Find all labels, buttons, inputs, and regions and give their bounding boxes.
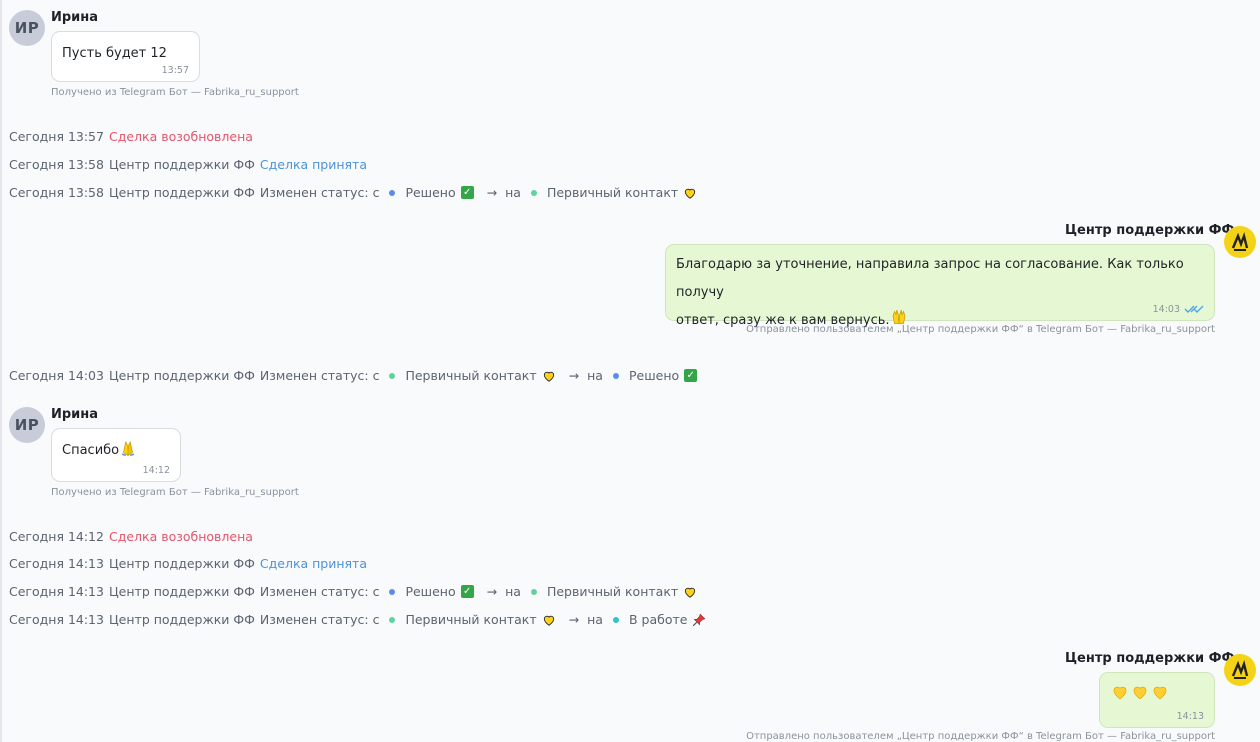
- status-dot: [612, 372, 619, 379]
- event-actor: Центр поддержки ФФ: [108, 556, 255, 571]
- event-time: Сегодня 13:58: [9, 157, 104, 172]
- event-actor: Центр поддержки ФФ: [108, 157, 255, 172]
- double-check-read-icon: [1184, 305, 1204, 313]
- message-text: Пусть будет 12: [62, 46, 167, 61]
- status-from: Первичный контакт: [405, 612, 537, 627]
- event-row: Сегодня 14:13 Центр поддержки ФФ Изменен…: [9, 612, 711, 627]
- feed-left-border: [0, 0, 2, 742]
- event-time: Сегодня 14:12: [9, 529, 104, 544]
- message-time: 14:03: [1152, 304, 1180, 315]
- company-logo-avatar[interactable]: [1224, 654, 1256, 686]
- event-row: Сегодня 14:13 Центр поддержки ФФ Сделка …: [9, 556, 372, 571]
- status-to: В работе: [628, 612, 688, 627]
- event-actor: Центр поддержки ФФ: [108, 584, 255, 599]
- event-time: Сегодня 14:13: [9, 612, 104, 627]
- yellow-heart-icon: [543, 371, 554, 382]
- status-from: Решено: [405, 584, 456, 599]
- ff-logo-icon: [1231, 231, 1249, 251]
- message-time: 14:12: [142, 465, 170, 476]
- event-row: Сегодня 14:03 Центр поддержки ФФ Изменен…: [9, 368, 702, 383]
- raised-hands-icon: [892, 309, 905, 324]
- event-actor: Центр поддержки ФФ: [108, 368, 255, 383]
- message-text-line1: Благодарю за уточнение, направила запрос…: [676, 257, 1184, 300]
- status-to: Первичный контакт: [546, 584, 679, 599]
- yellow-heart-icon: [685, 188, 696, 199]
- message-time: 13:57: [161, 65, 189, 76]
- incoming-message[interactable]: Спасибо 14:12: [51, 428, 181, 482]
- status-to-label: на: [505, 584, 521, 599]
- event-label: Изменен статус: с: [259, 612, 380, 627]
- message-source: Отправлено пользователем „Центр поддержк…: [746, 324, 1215, 335]
- event-time: Сегодня 14:13: [9, 584, 104, 599]
- status-dot: [389, 189, 396, 196]
- event-row: Сегодня 13:58 Центр поддержки ФФ Изменен…: [9, 185, 702, 200]
- check-mark-icon: ✓: [684, 369, 698, 382]
- message-source: Отправлено пользователем „Центр поддержк…: [746, 731, 1215, 742]
- status-to-label: на: [505, 185, 521, 200]
- avatar[interactable]: ИР: [9, 10, 45, 46]
- event-time: Сегодня 14:03: [9, 368, 104, 383]
- yellow-heart-icon: [543, 615, 554, 626]
- yellow-heart-icon: [1153, 686, 1167, 700]
- yellow-heart-icon: [1113, 686, 1127, 700]
- outgoing-message[interactable]: Благодарю за уточнение, направила запрос…: [665, 244, 1215, 328]
- three-yellow-hearts-icon: [1111, 683, 1171, 701]
- event-action: Сделка возобновлена: [108, 529, 253, 544]
- event-actor: Центр поддержки ФФ: [108, 185, 255, 200]
- event-label: Изменен статус: с: [259, 584, 380, 599]
- event-label: Изменен статус: с: [259, 368, 380, 383]
- status-from: Решено: [405, 185, 456, 200]
- event-row: Сегодня 14:13 Центр поддержки ФФ Изменен…: [9, 584, 702, 599]
- status-dot: [389, 588, 396, 595]
- event-time: Сегодня 13:57: [9, 129, 104, 144]
- sender-name: Ирина: [51, 407, 99, 422]
- message-time: 14:13: [1176, 711, 1204, 722]
- yellow-heart-icon: [1133, 686, 1147, 700]
- status-to-label: на: [587, 368, 603, 383]
- status-dot: [389, 372, 396, 379]
- status-dot: [530, 189, 537, 196]
- status-dot: [530, 588, 537, 595]
- arrow-right-icon: →: [568, 612, 580, 627]
- sender-name: Центр поддержки ФФ: [1065, 223, 1235, 238]
- check-mark-icon: ✓: [460, 585, 474, 598]
- sender-name: Ирина: [51, 10, 99, 25]
- check-mark-icon: ✓: [460, 186, 474, 199]
- status-to-label: на: [587, 612, 603, 627]
- status-dot: [389, 616, 396, 623]
- avatar[interactable]: ИР: [9, 407, 45, 443]
- message-text: Спасибо: [62, 443, 120, 458]
- event-row: Сегодня 14:12 Сделка возобновлена: [9, 529, 258, 544]
- event-action: Сделка принята: [259, 556, 367, 571]
- status-from: Первичный контакт: [405, 368, 537, 383]
- event-actor: Центр поддержки ФФ: [108, 612, 255, 627]
- event-action: Сделка возобновлена: [108, 129, 253, 144]
- pushpin-icon: [693, 613, 706, 626]
- event-action: Сделка принята: [259, 157, 367, 172]
- message-source: Получено из Telegram Бот — Fabrika_ru_su…: [51, 487, 299, 498]
- event-row: Сегодня 13:57 Сделка возобновлена: [9, 129, 258, 144]
- arrow-right-icon: →: [486, 185, 498, 200]
- event-time: Сегодня 14:13: [9, 556, 104, 571]
- status-to: Решено: [628, 368, 680, 383]
- ff-logo-icon: [1231, 659, 1249, 679]
- folded-hands-icon: [121, 440, 135, 457]
- company-logo-avatar[interactable]: [1224, 226, 1256, 258]
- event-label: Изменен статус: с: [259, 185, 380, 200]
- sender-name: Центр поддержки ФФ: [1065, 651, 1235, 666]
- status-to: Первичный контакт: [546, 185, 679, 200]
- event-time: Сегодня 13:58: [9, 185, 104, 200]
- event-row: Сегодня 13:58 Центр поддержки ФФ Сделка …: [9, 157, 372, 172]
- arrow-right-icon: →: [486, 584, 498, 599]
- incoming-message[interactable]: Пусть будет 12 13:57: [51, 31, 200, 82]
- yellow-heart-icon: [685, 587, 696, 598]
- status-dot: [612, 616, 619, 623]
- outgoing-message[interactable]: 14:13: [1099, 672, 1215, 728]
- arrow-right-icon: →: [568, 368, 580, 383]
- message-source: Получено из Telegram Бот — Fabrika_ru_su…: [51, 87, 299, 98]
